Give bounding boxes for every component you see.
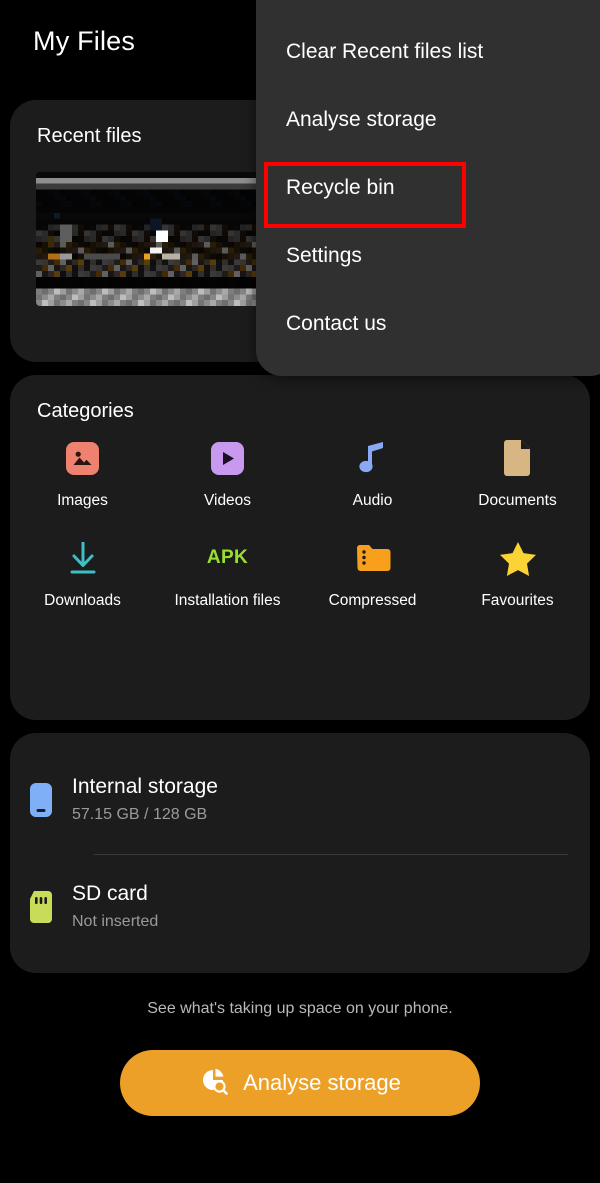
- category-item-favourites[interactable]: Favourites: [445, 535, 590, 611]
- category-label: Videos: [203, 492, 252, 509]
- zip-folder-icon: [350, 535, 396, 581]
- categories-title: Categories: [37, 400, 134, 422]
- music-note-icon: [350, 435, 396, 481]
- internal-storage-row[interactable]: Internal storage 57.15 GB / 128 GB: [10, 761, 590, 839]
- storage-card: Internal storage 57.15 GB / 128 GB SD ca…: [10, 733, 590, 973]
- categories-grid: Images Videos Audio Documents Downloads A…: [10, 435, 590, 611]
- menu-item-contact-us[interactable]: Contact us: [256, 290, 600, 358]
- category-item-downloads[interactable]: Downloads: [10, 535, 155, 611]
- sd-card-name: SD card: [72, 882, 148, 905]
- category-item-compressed[interactable]: Compressed: [300, 535, 445, 611]
- category-label: Installation files: [174, 592, 281, 609]
- internal-storage-usage: 57.15 GB / 128 GB: [72, 806, 208, 823]
- category-label: Audio: [352, 492, 393, 509]
- category-item-images[interactable]: Images: [10, 435, 155, 511]
- sd-card-row[interactable]: SD card Not inserted: [10, 868, 590, 946]
- categories-card: Categories Images Videos Audio Documents…: [10, 375, 590, 720]
- menu-item-clear-recent-files-list[interactable]: Clear Recent files list: [256, 18, 600, 86]
- sd-card-status: Not inserted: [72, 913, 159, 930]
- menu-item-analyse-storage[interactable]: Analyse storage: [256, 86, 600, 154]
- menu-item-recycle-bin[interactable]: Recycle bin: [256, 154, 600, 222]
- category-label: Favourites: [481, 592, 554, 609]
- sd-card-text: SD card Not inserted: [72, 880, 158, 934]
- category-item-installation-files[interactable]: APK Installation files: [155, 535, 300, 611]
- apk-icon: APK: [206, 547, 249, 568]
- internal-storage-name: Internal storage: [72, 775, 218, 798]
- phone-icon: [10, 781, 72, 819]
- image-icon: [60, 435, 106, 481]
- recent-files-title: Recent files: [37, 125, 142, 147]
- storage-divider: [94, 854, 568, 855]
- category-item-videos[interactable]: Videos: [155, 435, 300, 511]
- page-title: My Files: [33, 26, 136, 56]
- category-label: Downloads: [44, 592, 121, 609]
- star-icon: [495, 535, 541, 581]
- my-files-screen: My Files Recent files Categories Images …: [0, 0, 600, 1183]
- sd-card-icon: [10, 890, 72, 924]
- category-item-audio[interactable]: Audio: [300, 435, 445, 511]
- internal-storage-text: Internal storage 57.15 GB / 128 GB: [72, 773, 218, 827]
- video-play-icon: [205, 435, 251, 481]
- category-item-documents[interactable]: Documents: [445, 435, 590, 511]
- pie-chart-search-icon: [199, 1066, 229, 1101]
- analyse-storage-label: Analyse storage: [243, 1070, 401, 1095]
- document-icon: [495, 435, 541, 481]
- category-label: Compressed: [328, 592, 417, 609]
- category-label: Images: [57, 492, 108, 509]
- category-label: Documents: [478, 492, 557, 509]
- analyse-storage-button[interactable]: Analyse storage: [120, 1050, 480, 1116]
- overflow-menu: Clear Recent files list Analyse storage Re…: [256, 0, 600, 376]
- download-icon: [60, 535, 106, 581]
- storage-hint-text: See what's taking up space on your phone…: [147, 1000, 453, 1017]
- menu-item-settings[interactable]: Settings: [256, 222, 600, 290]
